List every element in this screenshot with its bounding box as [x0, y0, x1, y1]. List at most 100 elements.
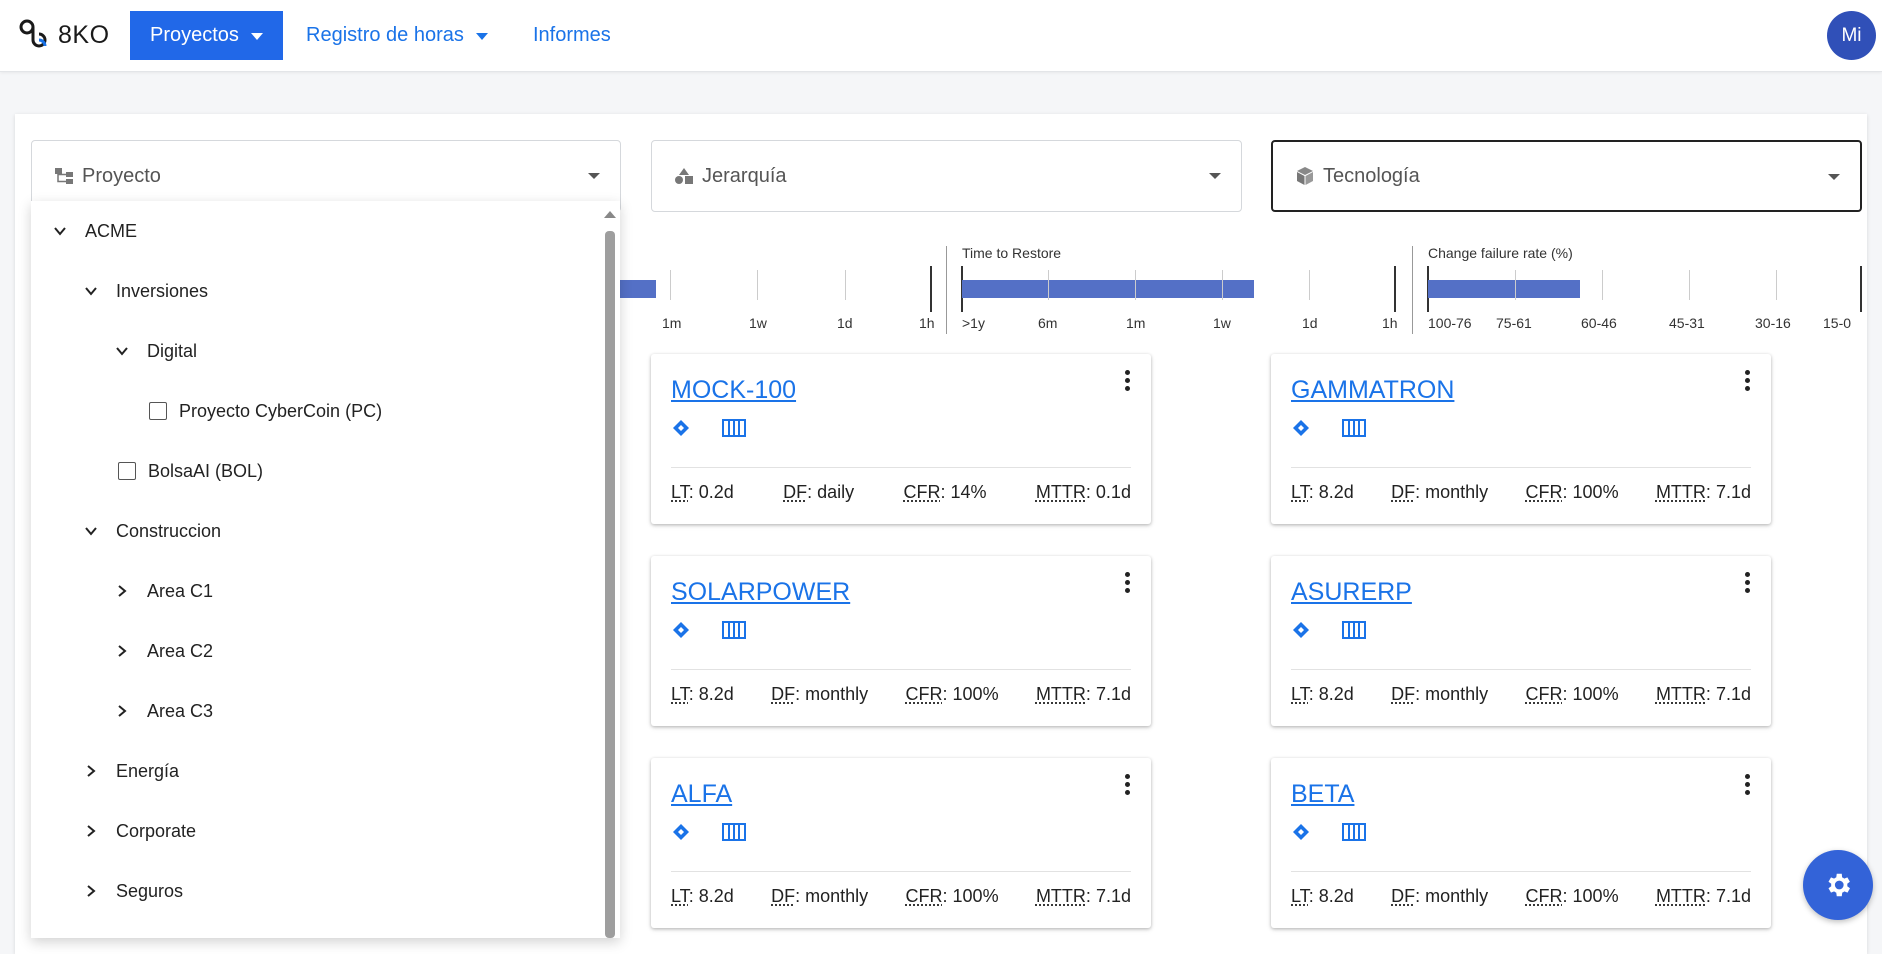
settings-fab-button[interactable]: [1803, 850, 1873, 920]
project-card: GAMMATRON LT: 8.2d DF: monthly CFR: 100%…: [1271, 354, 1771, 524]
board-columns-icon[interactable]: [722, 823, 746, 841]
stat-lt: LT: 8.2d: [671, 684, 734, 704]
chevron-right-icon[interactable]: [84, 824, 98, 838]
board-columns-icon[interactable]: [722, 621, 746, 639]
kebab-menu-icon[interactable]: [1741, 370, 1753, 394]
nav-proyectos[interactable]: Proyectos: [130, 11, 283, 60]
project-card-title[interactable]: SOLARPOWER: [671, 578, 850, 607]
project-card-title[interactable]: MOCK-100: [671, 376, 796, 405]
tree-item-label: ACME: [85, 220, 138, 241]
stat-cfr-value: 100%: [1572, 684, 1619, 704]
tree-item-inversiones[interactable]: Inversiones: [84, 276, 208, 306]
nav-registro-horas[interactable]: Registro de horas: [306, 11, 488, 60]
board-columns-icon[interactable]: [1342, 419, 1366, 437]
filter-jerarquia[interactable]: Jerarquía: [651, 140, 1242, 212]
stat-mttr: MTTR: 7.1d: [1035, 684, 1131, 704]
tree-item-energia[interactable]: Energía: [84, 756, 179, 786]
dropdown-scroll-thumb[interactable]: [605, 231, 615, 938]
jira-diamond-icon[interactable]: [1292, 621, 1310, 639]
jira-diamond-icon[interactable]: [1292, 823, 1310, 841]
proyecto-tree-dropdown: ACME Inversiones Digital Proyecto CyberC…: [31, 201, 620, 938]
tree-item-acme[interactable]: ACME: [53, 216, 137, 246]
chevron-down-icon[interactable]: [84, 284, 98, 298]
board-columns-icon[interactable]: [1342, 621, 1366, 639]
board-columns-icon[interactable]: [1342, 823, 1366, 841]
card-divider: [671, 871, 1131, 872]
project-card: ASURERP LT: 8.2d DF: monthly CFR: 100% M…: [1271, 556, 1771, 726]
chevron-right-icon[interactable]: [115, 644, 129, 658]
tree-item-cybercoin[interactable]: Proyecto CyberCoin (PC): [149, 396, 382, 426]
ttr-tick-label: 1d: [1302, 315, 1318, 331]
chevron-down-icon[interactable]: [84, 524, 98, 538]
user-avatar[interactable]: Mi: [1827, 11, 1876, 60]
ttr-tick-label: >1y: [962, 315, 985, 331]
kebab-menu-icon[interactable]: [1121, 774, 1133, 798]
gear-icon: [1828, 873, 1850, 897]
brand[interactable]: 8KO: [18, 17, 110, 53]
stat-cfr: CFR: 14%: [903, 482, 987, 502]
kebab-menu-icon[interactable]: [1121, 572, 1133, 596]
stat-df-value: monthly: [1425, 684, 1489, 704]
card-divider: [671, 669, 1131, 670]
chevron-down-icon[interactable]: [53, 224, 67, 238]
metric-separator: [1412, 246, 1413, 334]
tree-item-bolsaai[interactable]: BolsaAI (BOL): [118, 456, 263, 486]
checkbox[interactable]: [149, 402, 167, 420]
cfr-tick-label: 30-16: [1755, 315, 1791, 331]
nav-informes[interactable]: Informes: [533, 11, 611, 60]
tree-item-digital[interactable]: Digital: [115, 336, 197, 366]
stat-lt-value: 8.2d: [1318, 886, 1354, 906]
stat-cfr: CFR: 100%: [1525, 482, 1619, 502]
caret-down-icon: [475, 33, 488, 40]
cfr-tick: [1515, 270, 1516, 300]
stat-df: DF: monthly: [771, 886, 869, 906]
tree-item-area-c1[interactable]: Area C1: [115, 576, 213, 606]
project-card-title[interactable]: BETA: [1291, 780, 1354, 809]
tree-item-area-c3[interactable]: Area C3: [115, 696, 213, 726]
project-card-title[interactable]: ASURERP: [1291, 578, 1412, 607]
stat-df: DF: monthly: [771, 684, 869, 704]
chevron-right-icon[interactable]: [84, 884, 98, 898]
tree-item-area-c2[interactable]: Area C2: [115, 636, 213, 666]
filter-tecnologia[interactable]: Tecnología: [1271, 140, 1862, 212]
time-to-restore-title: Time to Restore: [962, 245, 1062, 261]
jira-diamond-icon[interactable]: [672, 823, 690, 841]
jira-diamond-icon[interactable]: [672, 419, 690, 437]
cfr-tick: [1602, 270, 1603, 300]
jira-diamond-icon[interactable]: [1292, 419, 1310, 437]
stat-lt-value: 8.2d: [1318, 684, 1354, 704]
jira-diamond-icon[interactable]: [672, 621, 690, 639]
stat-cfr-value: 100%: [1572, 482, 1619, 502]
filter-tecnologia-label: Tecnología: [1323, 164, 1420, 187]
scroll-up-arrow-icon[interactable]: [604, 211, 616, 218]
chevron-down-icon[interactable]: [115, 344, 129, 358]
cfr-tick-label: 60-46: [1581, 315, 1617, 331]
stat-label: DF: [771, 684, 796, 704]
tree-item-construccion[interactable]: Construccion: [84, 516, 221, 546]
cfr-tick-label: 75-61: [1496, 315, 1532, 331]
kebab-menu-icon[interactable]: [1121, 370, 1133, 394]
chevron-right-icon[interactable]: [115, 704, 129, 718]
project-card-title[interactable]: ALFA: [671, 780, 732, 809]
board-columns-icon[interactable]: [722, 419, 746, 437]
stat-mttr-value: 7.1d: [1095, 684, 1131, 704]
lead-time-tick: [845, 270, 846, 300]
ttr-end-tick: [1394, 266, 1396, 312]
stat-label: CFR: [905, 684, 943, 704]
checkbox[interactable]: [118, 462, 136, 480]
chevron-right-icon[interactable]: [115, 584, 129, 598]
stat-lt: LT: 8.2d: [1291, 886, 1354, 906]
cfr-tick-label: 15-0: [1823, 315, 1852, 331]
cube-icon: [1295, 166, 1315, 186]
stat-label: LT: [1291, 886, 1309, 906]
tree-item-corporate[interactable]: Corporate: [84, 816, 196, 846]
caret-down-icon: [250, 33, 263, 40]
stat-label: MTTR: [1035, 684, 1086, 704]
nav-registro-horas-label: Registro de horas: [306, 24, 464, 46]
kebab-menu-icon[interactable]: [1741, 572, 1753, 596]
filter-jerarquia-label: Jerarquía: [702, 164, 787, 187]
chevron-right-icon[interactable]: [84, 764, 98, 778]
kebab-menu-icon[interactable]: [1741, 774, 1753, 798]
project-card-title[interactable]: GAMMATRON: [1291, 376, 1454, 405]
tree-item-seguros[interactable]: Seguros: [84, 876, 183, 906]
